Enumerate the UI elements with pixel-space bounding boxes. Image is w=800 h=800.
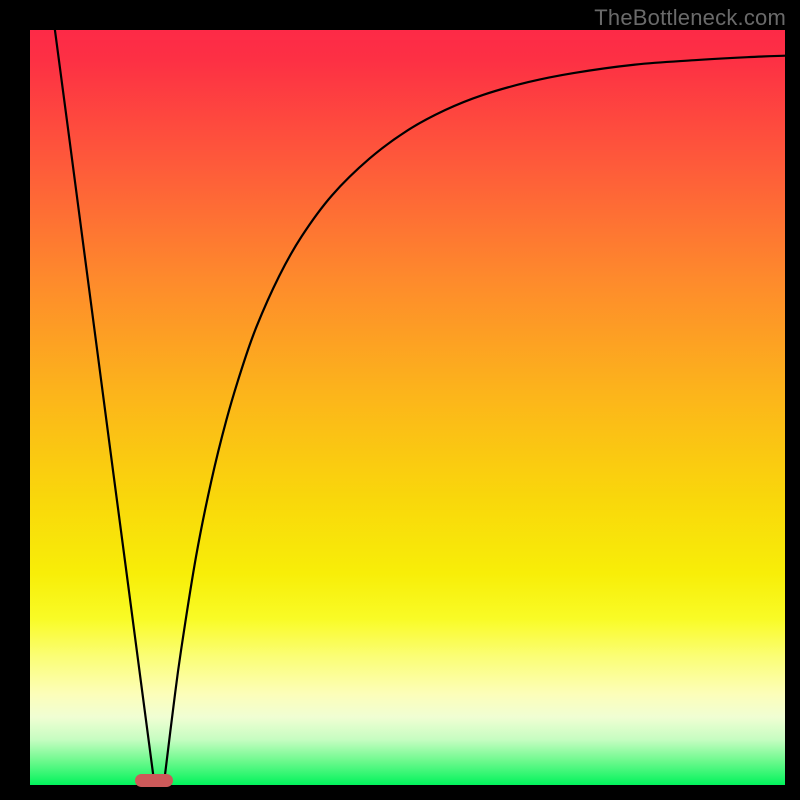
chart-svg (30, 30, 785, 785)
minimum-marker (135, 774, 174, 786)
watermark-text: TheBottleneck.com (594, 5, 786, 31)
chart-frame: TheBottleneck.com (0, 0, 800, 800)
right-curve-path (165, 56, 785, 774)
left-line-path (55, 30, 153, 774)
plot-area (30, 30, 785, 785)
